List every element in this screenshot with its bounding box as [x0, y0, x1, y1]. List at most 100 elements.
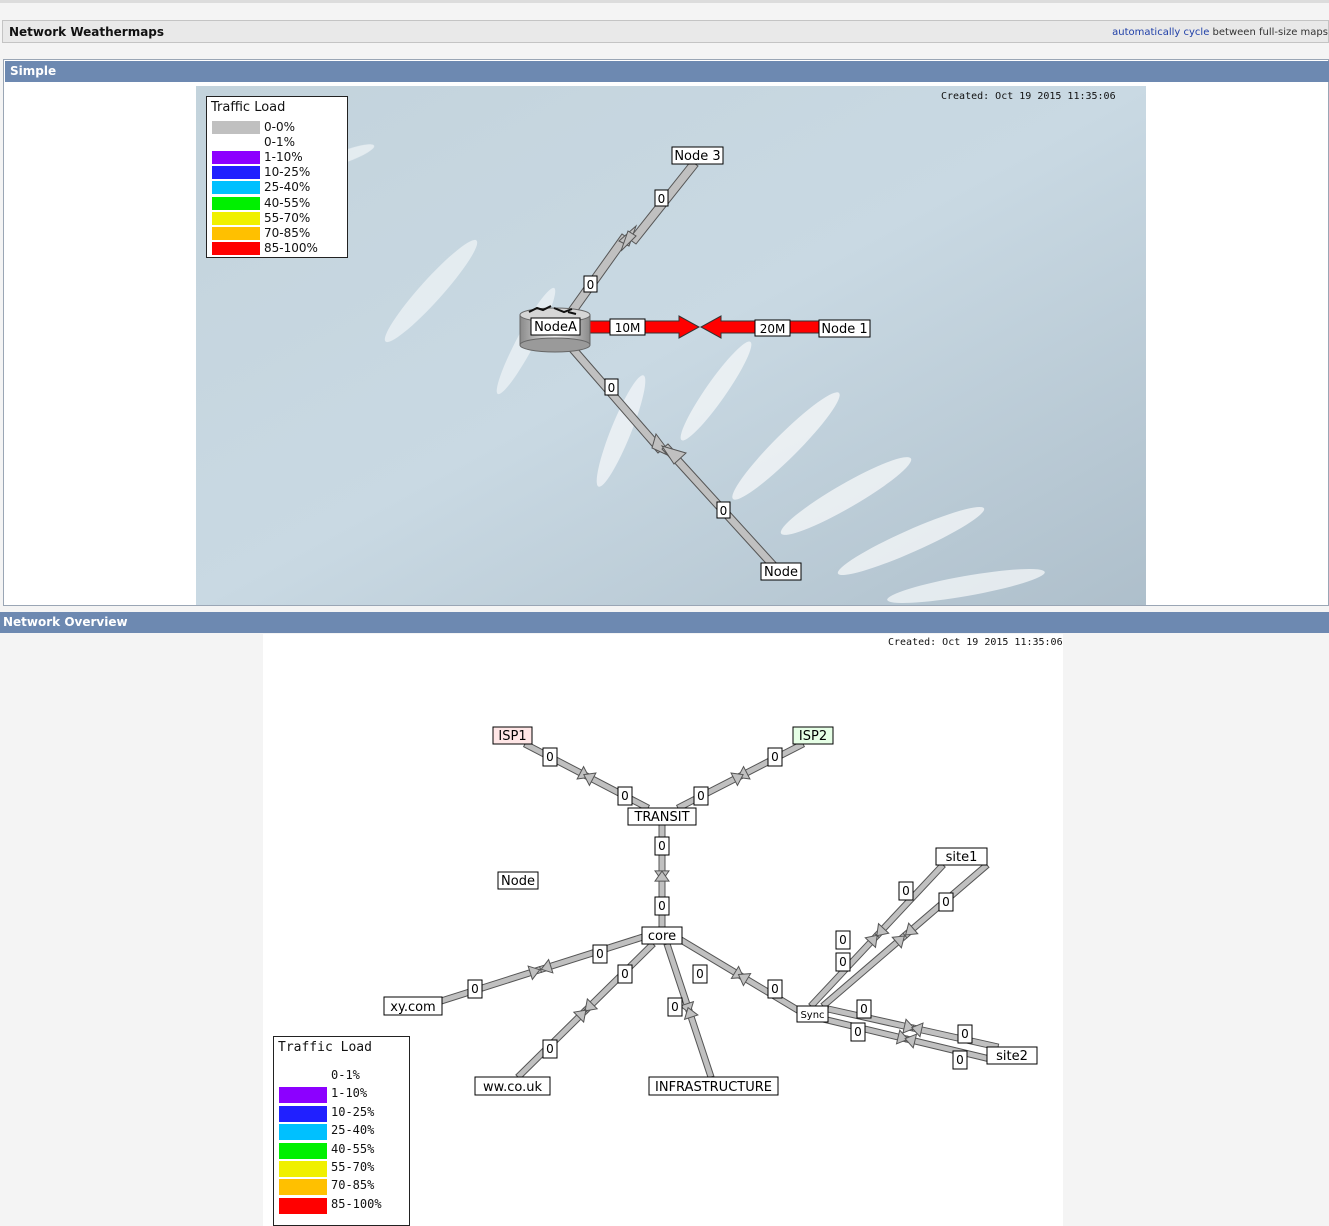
- svg-text:20M: 20M: [760, 322, 786, 336]
- svg-text:0: 0: [839, 955, 847, 969]
- page-title-bar: Network Weathermaps automatically cycle …: [2, 20, 1329, 43]
- svg-text:0: 0: [596, 947, 604, 961]
- cycle-link-automatically[interactable]: automatically: [1112, 27, 1180, 38]
- svg-text:0: 0: [658, 192, 666, 206]
- svg-text:0: 0: [854, 1025, 862, 1039]
- legend-label: 70-85%: [331, 1178, 375, 1193]
- node-xy-com[interactable]: xy.com: [383, 996, 443, 1016]
- node-isp2[interactable]: ISP2: [792, 726, 834, 745]
- link-value-label: 0: [617, 964, 633, 984]
- link-value-label: 0: [692, 964, 708, 984]
- svg-text:INFRASTRUCTURE: INFRASTRUCTURE: [655, 1080, 772, 1095]
- node-node1[interactable]: Node 1: [818, 319, 871, 338]
- link-label-node-a: 0: [604, 378, 619, 396]
- legend-swatch: [212, 181, 260, 195]
- svg-text:core: core: [648, 929, 676, 944]
- weathermap-overview[interactable]: 000000000000000000000 ISP1 ISP2 TRANSIT …: [263, 634, 1063, 1226]
- svg-text:NodeA: NodeA: [534, 320, 577, 335]
- legend-title: Traffic Load: [211, 100, 286, 115]
- node-transit[interactable]: TRANSIT: [627, 807, 697, 826]
- node-core[interactable]: core: [641, 926, 683, 945]
- legend-swatch: [279, 1124, 327, 1141]
- top-divider: [0, 0, 1329, 3]
- link-label-node3-a: 0: [654, 189, 669, 207]
- link-value-label: 0: [767, 979, 783, 999]
- legend-label: 10-25%: [264, 165, 311, 180]
- weathermap-simple[interactable]: 0 0 0 0 10M 20M NodeA Node 1 Node 3 Node…: [196, 86, 1146, 605]
- svg-text:0: 0: [696, 967, 704, 981]
- node-site2[interactable]: site2: [986, 1046, 1038, 1065]
- link-value-label: 0: [850, 1022, 866, 1042]
- svg-text:0: 0: [720, 504, 728, 518]
- svg-text:0: 0: [471, 982, 479, 996]
- svg-text:0: 0: [771, 982, 779, 996]
- svg-text:ISP1: ISP1: [498, 729, 526, 744]
- traffic-load-legend-simple: Traffic Load 0-0% 0-1% 1-10% 10-25% 25-40% 40…: [206, 96, 348, 258]
- svg-text:0: 0: [961, 1027, 969, 1041]
- legend-label: 1-10%: [331, 1086, 368, 1101]
- link-value-label: 0: [654, 896, 670, 916]
- svg-text:Node 3: Node 3: [674, 149, 720, 164]
- svg-text:0: 0: [546, 750, 554, 764]
- legend-label: 85-100%: [331, 1196, 382, 1211]
- link-value-label: 0: [617, 786, 633, 806]
- link-segment[interactable]: [685, 1008, 715, 1079]
- link-value-label: 0: [592, 944, 608, 964]
- node-isp1[interactable]: ISP1: [492, 726, 533, 745]
- legend-swatch: [212, 121, 260, 134]
- link-segment[interactable]: [678, 936, 744, 980]
- legend-label: 40-55%: [331, 1141, 375, 1156]
- link-label-node-b: 0: [716, 501, 731, 519]
- legend-label: 25-40%: [264, 180, 311, 195]
- legend-label: 55-70%: [264, 210, 311, 225]
- overview-links[interactable]: [436, 740, 1000, 1080]
- cycle-text: automatically cycle between full-size ma…: [1112, 27, 1328, 38]
- link-value-label: 0: [856, 999, 872, 1019]
- cycle-rest: between full-size maps: [1212, 27, 1328, 38]
- link-label-node1-in: 20M: [754, 319, 791, 337]
- legend-swatch: [212, 241, 260, 255]
- legend-label: 1-10%: [264, 150, 303, 165]
- link-segment[interactable]: [436, 966, 543, 1006]
- legend-swatch: [279, 1142, 327, 1159]
- legend-swatch: [279, 1197, 327, 1214]
- section-header-network-overview[interactable]: Network Overview: [0, 612, 1329, 633]
- section-header-simple[interactable]: Simple: [5, 61, 1329, 82]
- legend-swatch: [212, 211, 260, 225]
- svg-text:0: 0: [658, 839, 666, 853]
- svg-text:0: 0: [860, 1002, 868, 1016]
- svg-text:0: 0: [546, 1042, 554, 1056]
- section-title-simple: Simple: [10, 64, 57, 78]
- node-node3[interactable]: Node 3: [671, 146, 724, 165]
- link-segment[interactable]: [675, 772, 743, 812]
- link-value-label: 0: [835, 952, 851, 972]
- link-value-label: 0: [693, 786, 709, 806]
- link-value-label: 0: [542, 1039, 558, 1059]
- legend-swatch: [212, 166, 260, 180]
- svg-text:0: 0: [621, 789, 629, 803]
- node-node[interactable]: Node: [760, 562, 802, 581]
- legend-swatch: [279, 1069, 327, 1085]
- svg-text:Node 1: Node 1: [821, 322, 867, 337]
- svg-text:0: 0: [956, 1053, 964, 1067]
- node-sync[interactable]: Sync: [796, 1005, 829, 1023]
- link-value-label: 0: [898, 881, 914, 901]
- node-nodea[interactable]: NodeA: [530, 317, 581, 336]
- link-value-label: 0: [957, 1024, 973, 1044]
- link-label-node1-out: 10M: [609, 318, 646, 336]
- link-value-label: 0: [767, 747, 783, 767]
- node-ww-co-uk[interactable]: ww.co.uk: [474, 1076, 551, 1096]
- legend-label: 0-1%: [331, 1068, 360, 1082]
- legend-title: Traffic Load: [278, 1040, 372, 1055]
- link-segment[interactable]: [584, 772, 651, 812]
- svg-text:TRANSIT: TRANSIT: [633, 810, 689, 825]
- legend-label: 85-100%: [264, 240, 318, 255]
- created-timestamp-overview: Created: Oct 19 2015 11:35:06: [888, 637, 1063, 648]
- created-timestamp-simple: Created: Oct 19 2015 11:35:06: [941, 91, 1116, 102]
- node-node[interactable]: Node: [497, 871, 539, 890]
- node-site1[interactable]: site1: [935, 847, 988, 866]
- legend-swatch: [279, 1161, 327, 1177]
- svg-text:10M: 10M: [615, 321, 641, 335]
- node-infrastructure[interactable]: INFRASTRUCTURE: [648, 1076, 779, 1096]
- cycle-link-cycle[interactable]: cycle: [1184, 27, 1210, 38]
